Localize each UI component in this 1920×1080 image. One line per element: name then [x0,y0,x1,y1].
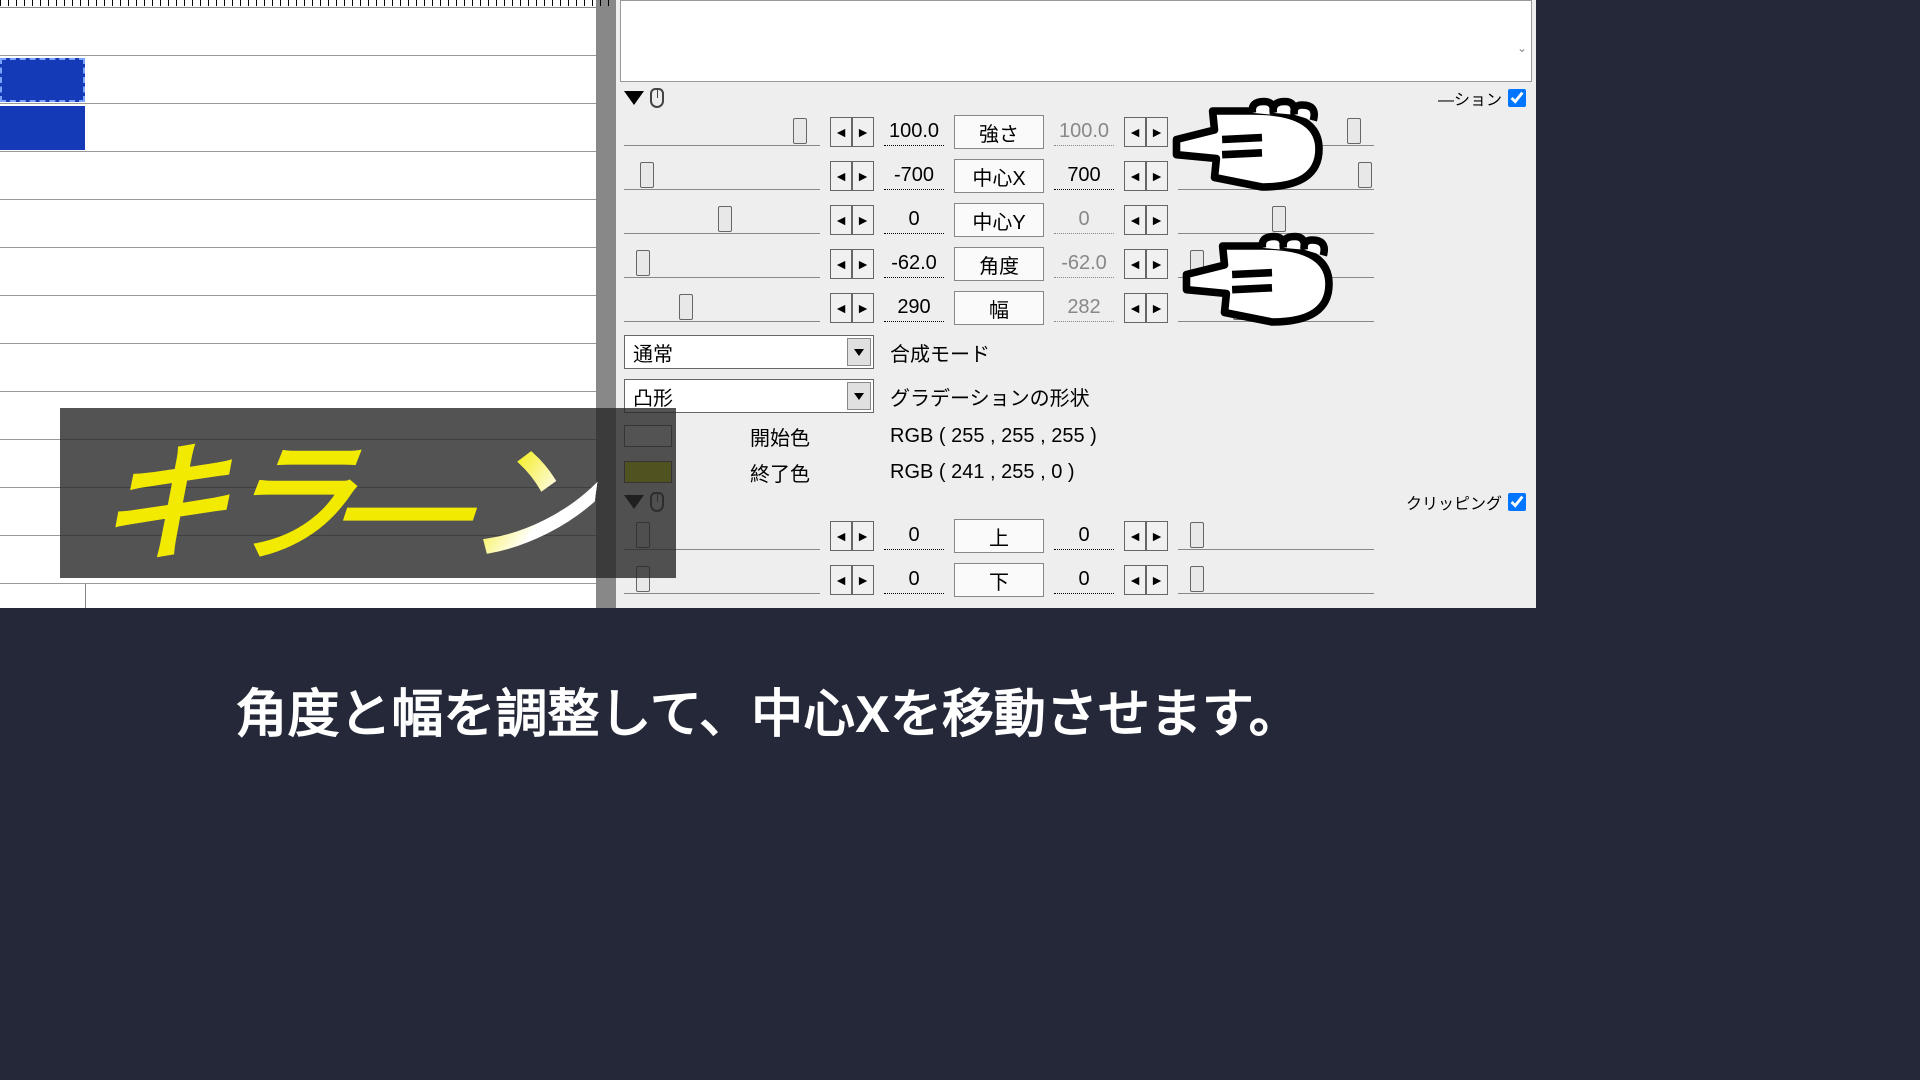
slider-left[interactable] [624,126,820,146]
timeline-clip[interactable] [0,58,85,102]
section-enable-checkbox[interactable] [1508,89,1526,107]
track-row[interactable] [0,104,596,152]
track-row[interactable] [0,248,596,296]
dropdown-value: 凸形 [633,382,673,411]
section-header-gradient[interactable]: —ション [616,86,1536,110]
slider-left[interactable] [624,170,820,190]
chevron-down-icon[interactable] [847,382,871,410]
value-left[interactable]: -700 [884,162,944,190]
spin-left-icon[interactable]: ◄ [1124,161,1146,191]
pointing-hand-icon [1148,60,1338,205]
param-label: 幅 [954,291,1044,325]
value-left[interactable]: 100.0 [884,118,944,146]
slider-left[interactable] [624,214,820,234]
pointing-hand-icon [1158,195,1348,340]
color-value: RGB ( 255 , 255 , 255 ) [890,425,1097,448]
spin-right-icon[interactable]: ► [852,293,874,323]
slider-right[interactable] [1178,530,1374,550]
chevron-down-icon[interactable] [847,338,871,366]
spin-left-icon[interactable]: ◄ [830,161,852,191]
spin-left-icon[interactable]: ◄ [830,565,852,595]
param-label: 下 [954,563,1044,597]
scroll-indicator-icon: ⌄ [1517,41,1529,53]
value-right[interactable]: 282 [1054,294,1114,322]
timeline-ruler [0,0,596,8]
param-row: ◄►-700中心X700◄► [616,154,1536,198]
value-left[interactable]: 0 [884,206,944,234]
spin-right-icon[interactable]: ► [852,521,874,551]
value-right[interactable]: 100.0 [1054,118,1114,146]
track-row[interactable] [0,296,596,344]
dropdown-label: 合成モード [890,338,990,367]
track-row[interactable] [0,200,596,248]
spin-left-icon[interactable]: ◄ [830,521,852,551]
preview-area: ⌄ [620,0,1532,82]
track-row[interactable] [0,152,596,200]
spin-right-icon[interactable]: ► [1146,565,1168,595]
spin-left-icon[interactable]: ◄ [1124,521,1146,551]
value-right[interactable]: -62.0 [1054,250,1114,278]
spin-left-icon[interactable]: ◄ [830,117,852,147]
checkbox-label: —ション [1438,86,1502,110]
value-right[interactable]: 0 [1054,522,1114,550]
param-row: ◄►290幅282◄► [616,286,1536,330]
spin-left-icon[interactable]: ◄ [830,293,852,323]
value-right[interactable]: 700 [1054,162,1114,190]
color-label: 終了色 [680,458,880,487]
value-left[interactable]: 0 [884,566,944,594]
param-label: 中心X [954,159,1044,193]
settings-panel: ⌄ —ション ◄►100.0強さ100.0◄►◄►-700中心X700◄►◄►0… [616,0,1536,608]
param-label: 角度 [954,247,1044,281]
spin-left-icon[interactable]: ◄ [1124,117,1146,147]
param-row: ◄►0上0◄► [616,514,1536,558]
track-row[interactable] [0,8,596,56]
spin-right-icon[interactable]: ► [1146,521,1168,551]
color-label: 開始色 [680,422,880,451]
spin-left-icon[interactable]: ◄ [1124,565,1146,595]
timeline-clip[interactable] [0,106,85,150]
spin-left-icon[interactable]: ◄ [1124,249,1146,279]
value-right[interactable]: 0 [1054,566,1114,594]
param-row: ◄►100.0強さ100.0◄► [616,110,1536,154]
spin-left-icon[interactable]: ◄ [1124,293,1146,323]
dropdown-label: グラデーションの形状 [890,382,1090,411]
slider-left[interactable] [624,258,820,278]
spin-right-icon[interactable]: ► [852,565,874,595]
value-left[interactable]: 0 [884,522,944,550]
section-enable-checkbox[interactable] [1508,493,1526,511]
section-header-clipping[interactable]: クリッピング [616,490,1536,514]
param-label: 上 [954,519,1044,553]
spin-left-icon[interactable]: ◄ [1124,205,1146,235]
effect-preview-overlay: キラ—ン [60,408,676,578]
param-row: ◄►0中心Y0◄► [616,198,1536,242]
color-value: RGB ( 241 , 255 , 0 ) [890,461,1075,484]
param-label: 中心Y [954,203,1044,237]
track-row[interactable] [0,344,596,392]
collapse-icon[interactable] [624,91,644,105]
spin-right-icon[interactable]: ► [852,117,874,147]
value-left[interactable]: -62.0 [884,250,944,278]
param-label: 強さ [954,115,1044,149]
mouse-icon [650,88,664,108]
spin-left-icon[interactable]: ◄ [830,249,852,279]
spin-left-icon[interactable]: ◄ [830,205,852,235]
value-right[interactable]: 0 [1054,206,1114,234]
caption-text: 角度と幅を調整して、中心Xを移動させます。 [235,672,1300,747]
track-row[interactable] [0,56,596,104]
dropdown[interactable]: 通常 [624,335,874,369]
dropdown-value: 通常 [633,338,673,367]
param-row: ◄►0下0◄► [616,558,1536,602]
param-row: ◄►-62.0角度-62.0◄► [616,242,1536,286]
slider-right[interactable] [1178,574,1374,594]
spin-right-icon[interactable]: ► [852,249,874,279]
caption-bar: 角度と幅を調整して、中心Xを移動させます。 [0,608,1536,811]
spin-right-icon[interactable]: ► [852,161,874,191]
slider-left[interactable] [624,302,820,322]
spin-right-icon[interactable]: ► [852,205,874,235]
effect-text: キラ—ン [87,399,609,587]
value-left[interactable]: 290 [884,294,944,322]
checkbox-label: クリッピング [1406,490,1502,514]
